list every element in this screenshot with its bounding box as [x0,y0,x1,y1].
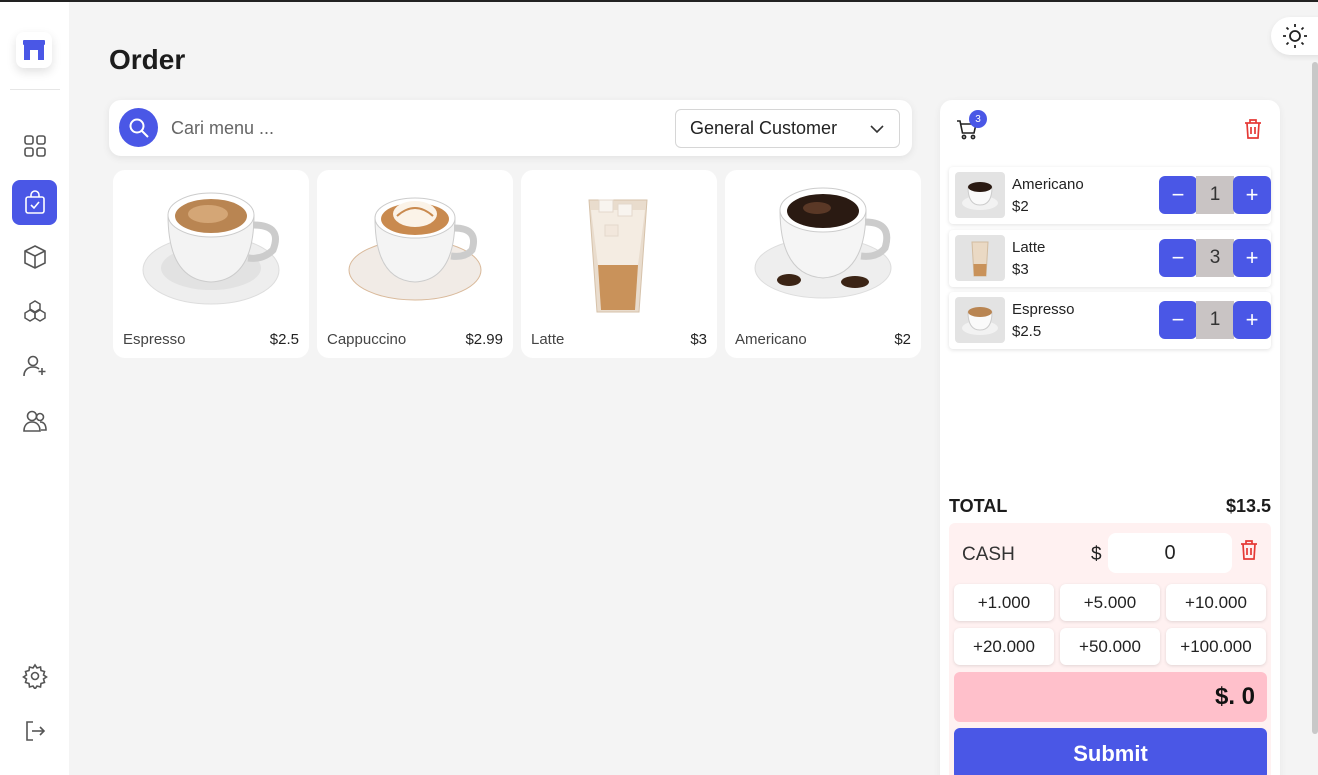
user-plus-icon [22,355,45,376]
product-card-americano[interactable]: Americano $2 [725,170,921,358]
increase-qty-button[interactable]: + [1233,239,1271,277]
quantity-value: 3 [1196,239,1234,277]
currency-symbol: $ [1091,544,1102,565]
cart-item-price: $2.5 [1012,323,1042,340]
cart-item: Espresso $2.5 − 1 + [949,292,1271,349]
product-name: Latte [531,331,565,348]
gear-icon [21,663,48,689]
sidebar-item-logout[interactable] [12,708,57,753]
cart-item-price: $3 [1012,261,1029,278]
product-price: $2.5 [269,331,299,348]
espresso-image [142,192,280,305]
cart-item-price: $2 [1012,198,1029,215]
cart-panel: 3 Americano $2 − 1 + Latte $3 − 3 + Espr… [940,100,1280,775]
customer-select-value: General Customer [690,118,838,138]
payment-section: CASH $ +1.000 +5.000 +10.000 +20.000 +50… [949,523,1271,775]
sidebar [0,2,69,775]
clear-cash-button[interactable] [1239,539,1259,566]
cart-item-name: Espresso [1012,301,1075,318]
quick-amount-button[interactable]: +5.000 [1060,584,1160,621]
chevron-down-icon [870,125,884,134]
cash-amount-input[interactable] [1108,533,1232,573]
quick-amount-button[interactable]: +50.000 [1060,628,1160,665]
increase-qty-button[interactable]: + [1233,176,1271,214]
cart-count-badge: 3 [969,110,987,128]
page-title: Order [109,44,186,75]
theme-toggle-button[interactable] [1271,17,1318,55]
search-bar: General Customer [109,100,912,156]
quantity-value: 1 [1196,176,1234,214]
product-price: $2.99 [465,331,503,348]
cart-item-name: Latte [1012,239,1046,256]
sidebar-item-dashboard[interactable] [12,123,57,168]
cart-item-thumbnail [955,172,1005,218]
quick-amount-button[interactable]: +10.000 [1166,584,1266,621]
cart-item-thumbnail [955,297,1005,343]
grid-icon [23,134,46,157]
increase-qty-button[interactable]: + [1233,301,1271,339]
product-card-espresso[interactable]: Espresso $2.5 [113,170,309,358]
page-scrollbar[interactable] [1312,62,1318,734]
clear-cart-button[interactable] [1243,118,1263,145]
search-button[interactable] [119,108,158,147]
product-price: $3 [690,331,707,348]
quick-amount-button[interactable]: +100.000 [1166,628,1266,665]
cart-item-name: Americano [1012,176,1084,193]
latte-image [588,199,648,313]
search-input[interactable] [171,114,591,142]
sidebar-divider [10,89,60,90]
sidebar-item-users[interactable] [12,398,57,443]
quick-amount-button[interactable]: +20.000 [954,628,1054,665]
product-name: Cappuccino [327,331,407,348]
users-icon [22,410,47,432]
change-display: $. 0 [954,672,1267,722]
sidebar-item-products[interactable] [12,234,57,279]
cart-item-thumbnail [955,235,1005,281]
product-name: Americano [735,331,807,348]
product-price: $2 [894,331,911,348]
store-logo-icon[interactable] [16,32,52,68]
product-card-latte[interactable]: Latte $3 [521,170,717,358]
customer-select[interactable]: General Customer [675,109,900,148]
product-card-cappuccino[interactable]: Cappuccino $2.99 [317,170,513,358]
sidebar-item-order[interactable] [12,180,57,225]
cart-item: Americano $2 − 1 + [949,167,1271,224]
trash-icon [1245,119,1261,139]
sidebar-item-add-user[interactable] [12,343,57,388]
cubes-icon [23,299,46,322]
shopping-bag-icon [24,189,45,214]
box-icon [23,244,46,269]
logout-icon [25,720,45,741]
decrease-qty-button[interactable]: − [1159,301,1197,339]
quantity-value: 1 [1196,301,1234,339]
submit-button[interactable]: Submit [954,728,1267,775]
cappuccino-image [348,197,482,301]
product-name: Espresso [123,331,186,348]
sidebar-item-categories[interactable] [12,289,57,334]
sun-icon [1283,24,1307,48]
quick-amount-button[interactable]: +1.000 [954,584,1054,621]
decrease-qty-button[interactable]: − [1159,176,1197,214]
sidebar-item-settings[interactable] [12,653,57,698]
decrease-qty-button[interactable]: − [1159,239,1197,277]
total-label: TOTAL [949,496,1008,516]
search-icon [129,118,149,138]
cart-item: Latte $3 − 3 + [949,230,1271,287]
payment-method-label: CASH [962,544,1015,565]
americano-image [754,187,892,299]
total-value: $13.5 [1225,496,1271,516]
trash-icon [1241,540,1257,560]
